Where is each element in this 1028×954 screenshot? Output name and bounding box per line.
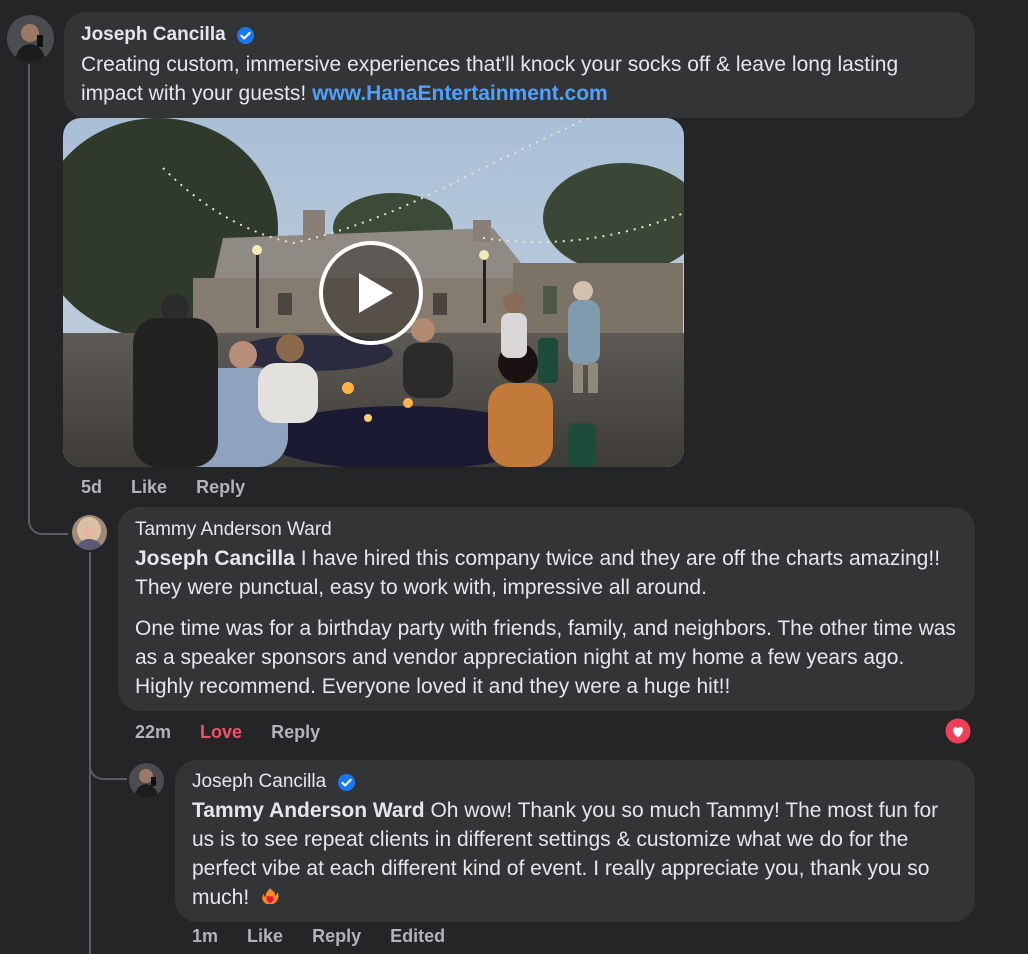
reply-button[interactable]: Reply [312,926,361,946]
author-name[interactable]: Tammy Anderson Ward [135,519,332,541]
comment-header-1: Joseph Cancilla [81,24,255,46]
like-button[interactable]: Like [131,477,167,497]
comment-actions-2: 22m Love Reply [135,722,344,743]
mention-link[interactable]: Joseph Cancilla [135,547,295,570]
verified-badge-icon [337,773,355,791]
comment-actions-1: 5d Like Reply [81,477,269,498]
comment-bubble-2: Tammy Anderson Ward Joseph Cancilla I ha… [118,507,975,711]
avatar-joseph[interactable] [7,15,54,62]
thread-curve-2 [89,750,127,780]
comment-header-3: Joseph Cancilla [192,771,356,793]
timestamp[interactable]: 1m [192,926,218,946]
reply-button[interactable]: Reply [271,722,320,742]
author-name[interactable]: Joseph Cancilla [81,24,226,46]
avatar-joseph-reply-image [129,763,164,798]
avatar-joseph-image [7,15,54,62]
reaction-badge[interactable] [944,717,972,745]
love-reaction-button[interactable]: Love [200,722,242,742]
heart-icon [945,718,971,744]
timestamp[interactable]: 22m [135,722,171,742]
timestamp[interactable]: 5d [81,477,102,497]
author-name[interactable]: Joseph Cancilla [192,771,326,793]
edited-label: Edited [390,926,446,946]
reply-button[interactable]: Reply [196,477,245,497]
avatar-joseph-reply[interactable] [129,763,164,798]
comment-text-1: Creating custom, immersive experiences t… [81,50,961,108]
play-icon [359,273,393,313]
comment-bubble-3: Joseph Cancilla Tammy Anderson Ward Oh w… [175,760,975,922]
website-link[interactable]: www.HanaEntertainment.com [312,82,608,105]
like-button[interactable]: Like [247,926,283,946]
comment-text-3: Tammy Anderson Ward Oh wow! Thank you so… [192,796,952,912]
comment-header-2: Tammy Anderson Ward [135,519,332,541]
video-thumbnail[interactable] [63,118,684,467]
thread-line-main [28,64,30,518]
verified-badge-icon [237,26,255,44]
avatar-tammy[interactable] [72,515,107,550]
comment-bubble-1: Joseph Cancilla Creating custom, immersi… [64,12,975,118]
avatar-tammy-image [72,515,107,550]
comment-text-2: Joseph Cancilla I have hired this compan… [135,544,963,701]
comment-body-paragraph-2: One time was for a birthday party with f… [135,617,956,698]
thread-curve-1 [28,500,68,535]
comment-actions-3: 1m Like Reply Edited [192,926,469,947]
mention-link[interactable]: Tammy Anderson Ward [192,799,425,822]
play-button[interactable] [319,241,423,345]
heart-on-fire-emoji-icon [262,888,279,904]
